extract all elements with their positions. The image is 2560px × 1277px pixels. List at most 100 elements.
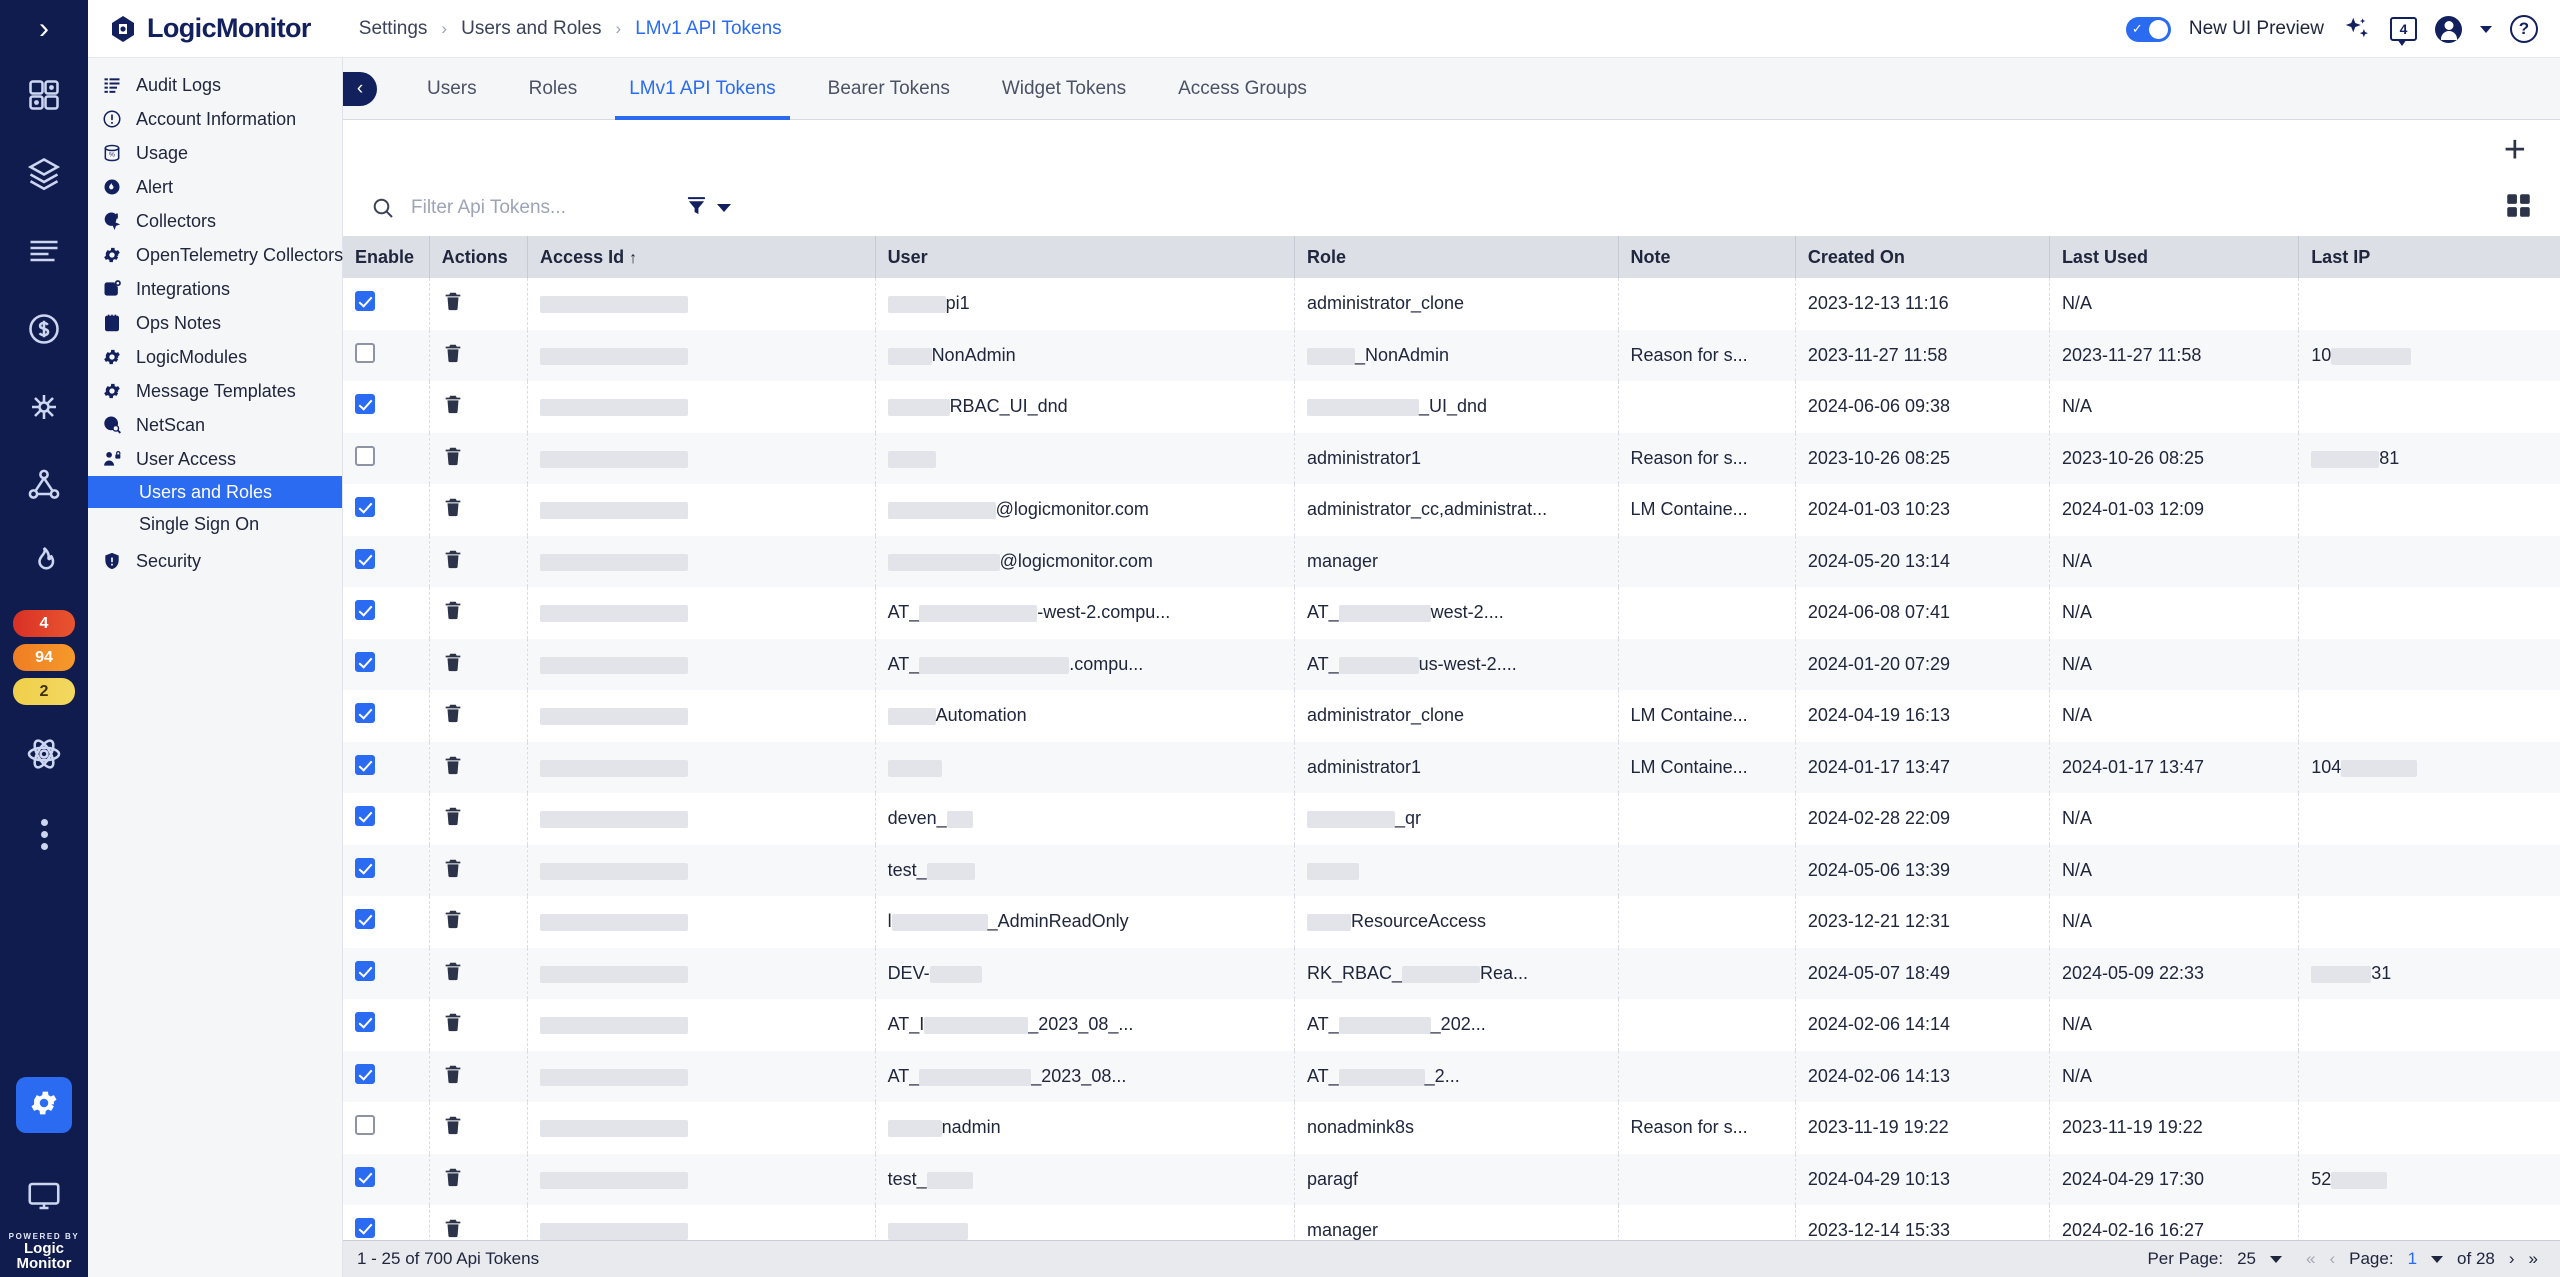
table-row[interactable]: Automation administrator_clone LM Containe…	[343, 690, 2560, 742]
breadcrumb-users-and-roles[interactable]: Users and Roles	[461, 18, 601, 40]
badge-error[interactable]: 94	[13, 644, 75, 671]
delete-icon[interactable]	[442, 756, 464, 780]
rail-item-aiops[interactable]	[0, 370, 88, 448]
table-row[interactable]: RBAC_UI_dnd _UI_dnd 2024-06-06 09:38 N/A	[343, 381, 2560, 433]
delete-icon[interactable]	[442, 344, 464, 368]
table-row[interactable]: AT_ -west-2.compu... AT_ west-2.... 2024-06-…	[343, 587, 2560, 639]
column-header-last-ip[interactable]: Last IP	[2298, 236, 2560, 278]
table-row[interactable]: administrator1 LM Containe... 2024-01-17 1…	[343, 741, 2560, 793]
delete-icon[interactable]	[442, 499, 464, 522]
enable-checkbox[interactable]	[355, 1166, 375, 1187]
table-row[interactable]: AT_I _2023_08_... AT_ _202... 2024-02-06 14:…	[343, 999, 2560, 1051]
enable-checkbox[interactable]	[355, 1218, 375, 1239]
table-row[interactable]: NonAdmin _NonAdmin Reason for s... 2023-11-…	[343, 329, 2560, 381]
badge-critical[interactable]: 4	[13, 610, 75, 637]
table-row[interactable]: test_ 2024-05-06 13:39 N/A	[343, 844, 2560, 896]
column-settings-button[interactable]	[2505, 192, 2532, 224]
delete-icon[interactable]	[442, 1014, 464, 1037]
sidebar-item-message-templates[interactable]: Message Templates	[88, 374, 342, 408]
enable-checkbox[interactable]	[355, 1115, 375, 1136]
enable-checkbox[interactable]	[355, 909, 375, 930]
column-header-last-used[interactable]: Last Used	[2049, 236, 2300, 278]
search-input[interactable]	[411, 197, 671, 219]
delete-icon[interactable]	[442, 705, 464, 728]
delete-icon[interactable]	[442, 962, 464, 986]
rail-item-topology[interactable]	[0, 448, 88, 526]
rail-item-cost[interactable]	[0, 292, 88, 370]
delete-icon[interactable]	[442, 1220, 464, 1240]
delete-icon[interactable]	[442, 396, 464, 419]
table-row[interactable]: AT_ .compu... AT_ us-west-2.... 2024-01-20 0…	[343, 638, 2560, 690]
brand-logo[interactable]: LogicMonitor	[88, 13, 311, 44]
sidebar-item-logicmodules[interactable]: LogicModules	[88, 340, 342, 374]
delete-icon[interactable]	[442, 808, 464, 831]
column-header-note[interactable]: Note	[1618, 236, 1796, 278]
rail-item-atom[interactable]	[0, 717, 88, 795]
enable-checkbox[interactable]	[355, 806, 375, 827]
sidebar-item-usage[interactable]: % Usage	[88, 136, 342, 170]
sidebar-item-security[interactable]: Security	[88, 544, 342, 578]
enable-checkbox[interactable]	[355, 548, 375, 569]
enable-checkbox[interactable]	[355, 960, 375, 981]
table-row[interactable]: manager 2023-12-14 15:33 2024-02-16 16:27	[343, 1205, 2560, 1240]
sidebar-item-single-sign-on[interactable]: Single Sign On	[88, 508, 342, 540]
rail-item-alerts[interactable]	[0, 526, 88, 604]
sidebar-item-audit-logs[interactable]: Audit Logs	[88, 68, 342, 102]
delete-icon[interactable]	[442, 1168, 464, 1192]
delete-icon[interactable]	[442, 602, 464, 625]
chevron-down-icon[interactable]	[2270, 1255, 2282, 1263]
rail-item-more[interactable]	[0, 795, 88, 873]
sidebar-item-opentelemetry-collectors[interactable]: OpenTelemetry Collectors	[88, 238, 343, 272]
rail-item-dashboards[interactable]	[0, 58, 88, 136]
sidebar-item-netscan[interactable]: NetScan	[88, 408, 342, 442]
enable-checkbox[interactable]	[355, 1063, 375, 1084]
enable-checkbox[interactable]	[355, 342, 375, 363]
sidebar-item-alert[interactable]: Alert	[88, 170, 342, 204]
table-row[interactable]: deven_ _qr 2024-02-28 22:09 N/A	[343, 793, 2560, 845]
column-header-access-id[interactable]: Access Id ↑	[527, 236, 876, 278]
enable-checkbox[interactable]	[355, 600, 375, 621]
new-ui-preview-toggle[interactable]: ✓	[2125, 16, 2171, 42]
badge-warning[interactable]: 2	[13, 678, 75, 705]
column-header-role[interactable]: Role	[1294, 236, 1619, 278]
sidebar-item-collectors[interactable]: Collectors	[88, 204, 342, 238]
table-row[interactable]: nadmin nonadmink8s Reason for s... 2023-11-…	[343, 1102, 2560, 1154]
filter-button[interactable]	[685, 194, 731, 222]
sidebar-item-user-access[interactable]: User Access	[88, 442, 342, 476]
delete-icon[interactable]	[442, 293, 464, 316]
sidebar-item-account-information[interactable]: Account Information	[88, 102, 342, 136]
enable-checkbox[interactable]	[355, 1012, 375, 1033]
enable-checkbox[interactable]	[355, 857, 375, 878]
enable-checkbox[interactable]	[355, 291, 375, 312]
table-row[interactable]: @logicmonitor.com administrator_cc,admini…	[343, 484, 2560, 536]
table-row[interactable]: pi1 administrator_clone 2023-12-13 11:16 N/…	[343, 278, 2560, 330]
enable-checkbox[interactable]	[355, 703, 375, 724]
chevron-down-icon[interactable]	[2480, 25, 2492, 33]
add-token-button[interactable]: +	[2504, 131, 2526, 169]
sidebar-item-ops-notes[interactable]: Ops Notes	[88, 306, 342, 340]
tab-users[interactable]: Users	[401, 58, 503, 120]
rail-item-logs[interactable]	[0, 214, 88, 292]
tab-roles[interactable]: Roles	[503, 58, 604, 120]
column-header-user[interactable]: User	[875, 236, 1295, 278]
next-page-button[interactable]: ›	[2509, 1249, 2515, 1269]
delete-icon[interactable]	[442, 911, 464, 934]
delete-icon[interactable]	[442, 550, 464, 574]
enable-checkbox[interactable]	[355, 754, 375, 775]
sidebar-item-users-and-roles[interactable]: Users and Roles	[88, 476, 342, 508]
notifications-badge[interactable]: 4	[2390, 17, 2417, 46]
table-row[interactable]: AT_ _2023_08... AT_ _2... 2024-02-06 14:13 N/…	[343, 1050, 2560, 1102]
delete-icon[interactable]	[442, 1117, 464, 1140]
tab-access-groups[interactable]: Access Groups	[1152, 58, 1333, 120]
tab-bearer-tokens[interactable]: Bearer Tokens	[802, 58, 976, 120]
delete-icon[interactable]	[442, 1065, 464, 1089]
rail-item-settings[interactable]	[16, 1077, 72, 1133]
column-header-enable[interactable]: Enable	[343, 236, 430, 278]
rail-item-devices[interactable]	[0, 1159, 88, 1237]
table-row[interactable]: DEV- RK_RBAC_ Rea... 2024-05-07 18:49 2024-0…	[343, 947, 2560, 999]
enable-checkbox[interactable]	[355, 497, 375, 518]
delete-icon[interactable]	[442, 653, 464, 677]
per-page-value[interactable]: 25	[2237, 1249, 2256, 1269]
tab-widget-tokens[interactable]: Widget Tokens	[976, 58, 1152, 120]
ai-sparkle-icon[interactable]	[2342, 14, 2372, 44]
